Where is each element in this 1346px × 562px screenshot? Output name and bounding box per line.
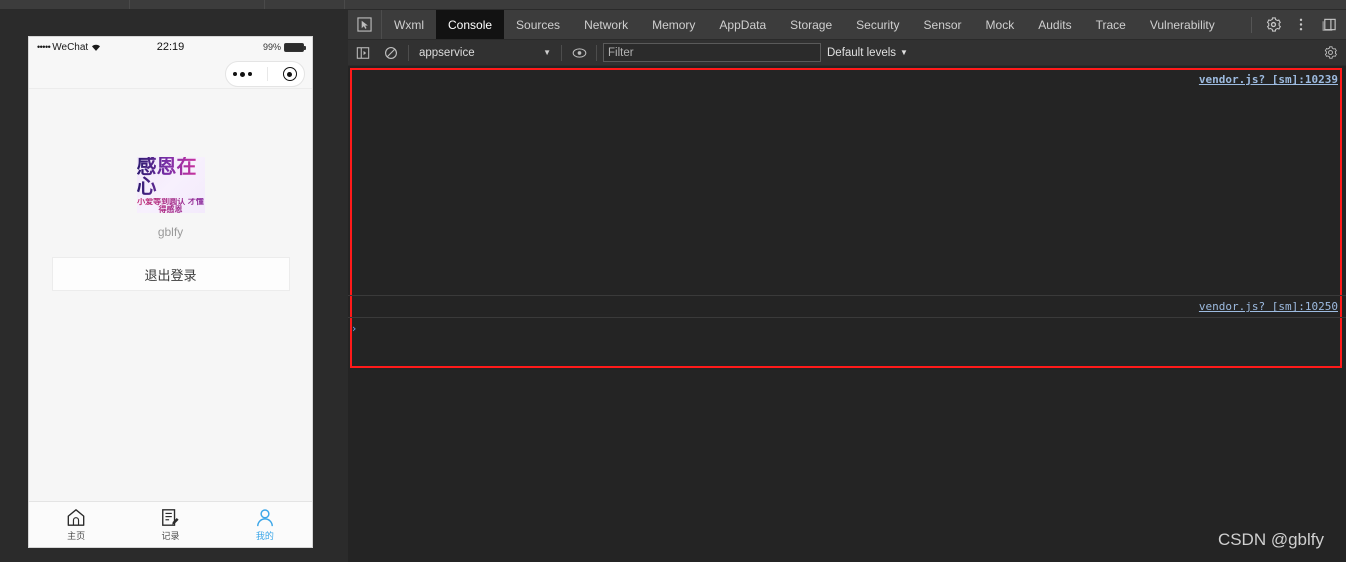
- mini-program-page: 感恩在心 小爱等到圆认 才懂得感恩 gblfy 退出登录: [29, 89, 312, 501]
- battery-full-icon: [284, 42, 306, 52]
- tabbar-label-records: 记录: [161, 531, 180, 542]
- console-entry-openid: openid oM7Yg5bm8T1-E vendor.js? [sm]:102…: [348, 299, 1346, 315]
- tabbar-item-mine[interactable]: 我的: [218, 508, 312, 542]
- console-prompt[interactable]: ›: [348, 322, 1346, 340]
- devtools-panel: Wxml Console Sources Network Memory AppD…: [348, 10, 1346, 562]
- console-entry-property: rawData: "{"nickName":"gblfy","gender":0…: [348, 214, 1346, 230]
- filter-input[interactable]: [603, 43, 821, 62]
- console-toolbar-right: [1320, 43, 1342, 63]
- console-entry-property: signature: "6c981beebdd18ba403b819be506f…: [348, 230, 1346, 246]
- devtools-tab-bar: Wxml Console Sources Network Memory AppD…: [348, 10, 1346, 40]
- top-strip-segment: [0, 0, 130, 9]
- console-entry-proto[interactable]: ▶ __proto__: Object: [348, 277, 1346, 293]
- live-expression-icon[interactable]: [568, 43, 590, 63]
- top-strip-segment: [265, 0, 345, 9]
- console-entry-property: iv: "e56vC3v2MwVEgRNBER1cog==": [348, 198, 1346, 214]
- devtools-tabs: Wxml Console Sources Network Memory AppD…: [382, 10, 1227, 39]
- tab-console[interactable]: Console: [436, 10, 505, 39]
- chevron-down-icon: ▼: [900, 48, 908, 57]
- tabbar-label-home: 主页: [67, 531, 86, 542]
- dock-panel-icon[interactable]: [1316, 12, 1342, 38]
- tab-security[interactable]: Security: [844, 10, 911, 39]
- tab-memory[interactable]: Memory: [640, 10, 707, 39]
- execution-context-value: appservice: [419, 46, 475, 59]
- top-strip-segment: [345, 0, 1346, 9]
- target-circle-icon[interactable]: [282, 67, 297, 81]
- tab-mock[interactable]: Mock: [974, 10, 1027, 39]
- gear-icon[interactable]: [1320, 43, 1340, 63]
- logout-button[interactable]: 退出登录: [51, 257, 290, 291]
- watermark-label: CSDN @gblfy: [1217, 530, 1324, 549]
- more-dots-icon[interactable]: [233, 71, 253, 77]
- log-divider: [348, 316, 1346, 318]
- wechat-capsule-menu[interactable]: [225, 61, 305, 87]
- phone-tabbar: 主页 记录 我的: [29, 501, 312, 547]
- phone-status-bar: ••••• WeChat 22:19 99%: [29, 37, 312, 57]
- console-sidebar-icon[interactable]: [352, 43, 374, 63]
- console-entry-property: cloudID: "52_N6Hm14OLZeaX4KoMLTsTI051Qcj…: [348, 151, 1346, 167]
- profile-nickname: gblfy: [157, 225, 184, 239]
- chevron-down-icon: ▼: [543, 48, 551, 57]
- log-levels-selector[interactable]: Default levels ▼: [827, 47, 908, 59]
- tab-sources[interactable]: Sources: [504, 10, 572, 39]
- kebab-menu-icon[interactable]: [1288, 12, 1314, 38]
- person-icon: [255, 508, 275, 527]
- simulator-area: ••••• WeChat 22:19 99% 感恩在心 小爱等到圆认 才懂得感恩…: [0, 10, 348, 562]
- console-toolbar: appservice ▼ Default levels ▼: [348, 40, 1346, 66]
- status-bar-time: 22:19: [156, 41, 185, 53]
- inspect-element-icon[interactable]: [348, 10, 382, 39]
- gear-icon[interactable]: [1260, 12, 1286, 38]
- tab-appdata[interactable]: AppData: [707, 10, 778, 39]
- console-log-list: data vendor.js? [sm]:10239 ▼ {userProfil…: [348, 66, 1346, 340]
- top-partial-toolbar: [0, 0, 1346, 10]
- console-entry-property: appid: "wx558224455375e422": [348, 104, 1346, 120]
- console-entry-property: encryptedData: "X1C/jtE/Y92awiuDDF0P+Bd+…: [348, 167, 1346, 183]
- tab-sensor[interactable]: Sensor: [912, 10, 974, 39]
- console-output[interactable]: data vendor.js? [sm]:10239 ▼ {userProfil…: [348, 66, 1346, 562]
- tab-wxml[interactable]: Wxml: [382, 10, 436, 39]
- phone-nav-bar: [29, 57, 312, 89]
- console-entry-expandable[interactable]: ▼ userProfile:: [348, 135, 1346, 151]
- tab-audits[interactable]: Audits: [1026, 10, 1083, 39]
- log-divider: [348, 295, 1346, 297]
- divider: [561, 44, 562, 61]
- execution-context-selector[interactable]: appservice ▼: [415, 43, 555, 63]
- capsule-divider: [266, 67, 268, 81]
- avatar-line1: 感恩在心: [137, 157, 205, 196]
- tab-storage[interactable]: Storage: [778, 10, 844, 39]
- console-entry-proto[interactable]: ▶ __proto__: Object: [348, 262, 1346, 278]
- clear-console-icon[interactable]: [380, 43, 402, 63]
- top-strip-segment: [130, 0, 265, 9]
- tab-vulnerability[interactable]: Vulnerability: [1138, 10, 1227, 39]
- tab-network[interactable]: Network: [572, 10, 640, 39]
- prompt-chevron-icon: ›: [350, 321, 358, 335]
- note-edit-icon: [160, 508, 180, 527]
- console-entry-property: errMsg: "getUserProfile:ok": [348, 183, 1346, 199]
- devtools-tab-actions: [1245, 10, 1346, 39]
- console-entry-property: code: "071KzuFa1knyoC0Q2cIa1ZHqDH1KzuFy": [348, 119, 1346, 135]
- tabbar-item-records[interactable]: 记录: [123, 508, 217, 542]
- divider: [408, 44, 409, 61]
- tab-trace[interactable]: Trace: [1084, 10, 1138, 39]
- log-levels-label: Default levels: [827, 46, 897, 59]
- console-entry-label: data vendor.js? [sm]:10239: [348, 72, 1346, 88]
- console-entry-expandable[interactable]: ▶ userInfo: {nickName: "gblfy", gender: …: [348, 246, 1346, 262]
- divider: [596, 44, 597, 61]
- home-icon: [66, 508, 86, 527]
- screenshot-root: ••••• WeChat 22:19 99% 感恩在心 小爱等到圆认 才懂得感恩…: [0, 0, 1346, 562]
- avatar-line2: 小爱等到圆认 才懂得感恩: [137, 196, 204, 213]
- avatar: 感恩在心 小爱等到圆认 才懂得感恩: [136, 157, 205, 213]
- console-entry-object-preview[interactable]: ▼ {userProfile: {…}, appid: "wx558224455…: [348, 88, 1346, 104]
- tabbar-label-mine: 我的: [255, 531, 274, 542]
- source-link[interactable]: vendor.js? [sm]:10250: [1199, 299, 1338, 315]
- tabbar-item-home[interactable]: 主页: [29, 508, 123, 542]
- divider: [1251, 16, 1252, 33]
- phone-frame: ••••• WeChat 22:19 99% 感恩在心 小爱等到圆认 才懂得感恩…: [28, 36, 313, 548]
- source-link[interactable]: vendor.js? [sm]:10239: [1199, 72, 1338, 88]
